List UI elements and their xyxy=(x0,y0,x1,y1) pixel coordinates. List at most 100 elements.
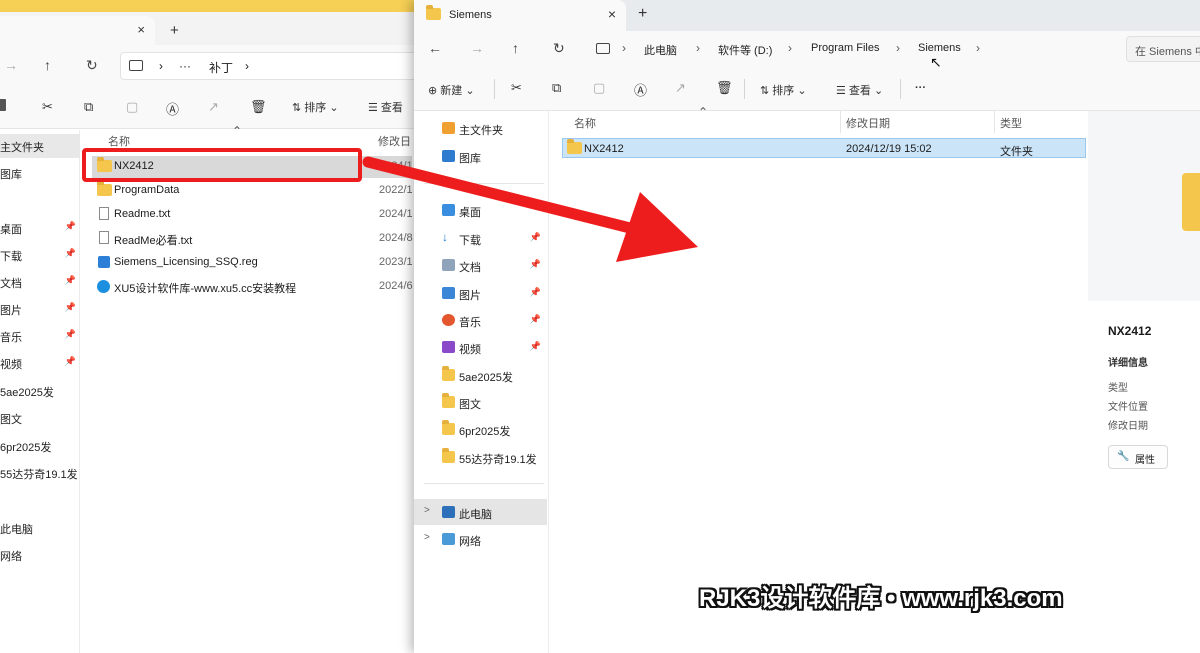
new-tab-button[interactable]: + xyxy=(170,22,179,39)
refresh-icon[interactable]: ↻ xyxy=(553,40,565,57)
expand-chevron-icon[interactable]: > xyxy=(424,505,430,516)
sidebar-item-folder[interactable]: 55达芬奇19.1发 xyxy=(0,461,80,485)
more-options-button[interactable]: ··· xyxy=(915,82,926,94)
column-header-modified[interactable]: 修改日期 xyxy=(846,115,890,131)
crumb-program-files[interactable]: Program Files xyxy=(811,42,879,54)
copy-icon[interactable]: ⧉ xyxy=(552,80,561,96)
delete-icon[interactable]: 🗑 xyxy=(716,80,733,96)
sidebar-item-this-pc[interactable]: 此电脑 xyxy=(0,516,80,540)
new-tab-button[interactable]: + xyxy=(638,5,647,23)
share-icon[interactable]: ↗ xyxy=(208,99,219,115)
file-row[interactable]: Siemens_Licensing_SSQ.reg 2023/1 xyxy=(92,252,413,274)
paste-icon[interactable]: ▢ xyxy=(126,99,138,115)
cut-icon[interactable]: ✂ xyxy=(511,80,522,96)
sidebar-item-folder[interactable]: 6pr2025发 xyxy=(414,416,547,442)
sidebar-item-documents[interactable]: 文档 📌 xyxy=(0,270,80,294)
column-header-type[interactable]: 类型 xyxy=(1000,115,1022,131)
sidebar-item-this-pc[interactable]: > 此电脑 xyxy=(414,499,547,525)
copy-icon[interactable]: ⧉ xyxy=(84,99,93,115)
sidebar-item-folder[interactable]: 图文 xyxy=(414,389,547,415)
sidebar-divider xyxy=(424,483,544,484)
sidebar-item-folder[interactable]: 图文 xyxy=(0,406,80,430)
pin-icon: 📌 xyxy=(64,356,76,366)
pin-icon: 📌 xyxy=(529,314,541,324)
view-button[interactable]: ☰ 查看 xyxy=(368,99,403,115)
sidebar-item-label: 文档 xyxy=(459,262,481,274)
sort-button[interactable]: ⇅ 排序 ⌄ xyxy=(292,99,339,115)
sidebar-item-network[interactable]: > 网络 xyxy=(414,526,547,552)
sidebar-item-gallery[interactable]: 图库 xyxy=(0,161,80,185)
sidebar-item-network[interactable]: 网络 xyxy=(0,543,80,567)
sidebar-item-videos[interactable]: 视频 📌 xyxy=(0,351,80,375)
right-address-bar[interactable]: › 此电脑 › 软件等 (D:) › Program Files › Sieme… xyxy=(586,36,1116,62)
sidebar-item-folder[interactable]: 6pr2025发 xyxy=(0,434,80,458)
left-tab[interactable]: × xyxy=(0,16,155,45)
sidebar-item-folder[interactable]: 5ae2025发 xyxy=(0,379,80,403)
sidebar-item-home[interactable]: 主文件夹 xyxy=(0,134,80,158)
refresh-icon[interactable]: ↻ xyxy=(86,57,98,74)
sidebar-item-documents[interactable]: 文档 📌 xyxy=(414,252,547,278)
crumb-drive[interactable]: 软件等 (D:) xyxy=(718,42,772,58)
crumb-patch[interactable]: 补丁 xyxy=(209,59,233,76)
more-crumbs-button[interactable]: ··· xyxy=(179,59,191,73)
folder-icon xyxy=(442,393,455,408)
crumb-siemens[interactable]: Siemens xyxy=(918,42,961,54)
rename-icon[interactable]: Ⓐ xyxy=(166,99,179,118)
file-name: NX2412 xyxy=(584,143,624,155)
column-divider[interactable] xyxy=(994,111,995,133)
crumb-sep-icon: › xyxy=(976,41,980,55)
sidebar-item-pictures[interactable]: 图片 📌 xyxy=(0,297,80,321)
share-icon[interactable]: ↗ xyxy=(675,80,686,96)
new-icon[interactable] xyxy=(0,99,6,111)
file-row[interactable]: ReadMe必看.txt 2024/8 xyxy=(92,228,413,250)
new-button[interactable]: ⊕ 新建 ⌄ xyxy=(428,82,475,98)
file-row[interactable]: Readme.txt 2024/1 xyxy=(92,204,413,226)
sidebar-item-gallery[interactable]: 图库 xyxy=(414,143,547,169)
folder-icon xyxy=(442,420,455,435)
sort-button[interactable]: ⇅ 排序 ⌄ xyxy=(760,82,807,98)
file-row[interactable]: ProgramData 2022/1 xyxy=(92,180,413,202)
sidebar-item-label: 55达芬奇19.1发 xyxy=(459,454,537,466)
folder-icon xyxy=(97,181,112,196)
up-icon[interactable]: ↑ xyxy=(512,40,519,56)
delete-icon[interactable]: 🗑 xyxy=(250,99,267,115)
sidebar-item-label: 视频 xyxy=(0,359,22,371)
cut-icon[interactable]: ✂ xyxy=(42,99,53,115)
forward-icon[interactable]: → xyxy=(470,40,484,56)
back-icon[interactable]: ← xyxy=(428,40,442,56)
sidebar-item-downloads[interactable]: ↓ 下载 📌 xyxy=(414,225,547,251)
sidebar-item-music[interactable]: 音乐 📌 xyxy=(0,324,80,348)
sidebar-item-music[interactable]: 音乐 📌 xyxy=(414,307,547,333)
right-nav-bar: ← → ↑ ↻ › 此电脑 › 软件等 (D:) › Program Files… xyxy=(414,31,1200,67)
properties-button[interactable]: 🔧 属性 xyxy=(1108,445,1168,469)
left-sidebar: 主文件夹 图库 桌面 📌 下载 📌 文档 📌 图片 📌 音乐 📌 视频 📌 5ae2025发… xyxy=(0,130,80,653)
tab-siemens[interactable]: Siemens × xyxy=(414,0,626,31)
sidebar-item-home[interactable]: 主文件夹 xyxy=(414,115,547,141)
sidebar-item-downloads[interactable]: 下载 📌 xyxy=(0,243,80,267)
crumb-this-pc[interactable]: 此电脑 xyxy=(644,42,677,58)
sidebar-item-desktop[interactable]: 桌面 📌 xyxy=(0,216,80,240)
file-row[interactable]: NX2412 2024/12/19 15:02 文件夹 xyxy=(562,138,1086,158)
close-tab-icon[interactable]: × xyxy=(137,22,145,37)
forward-icon[interactable]: → xyxy=(4,57,18,73)
sidebar-item-folder[interactable]: 55达芬奇19.1发 xyxy=(414,444,547,470)
column-header-name[interactable]: 名称 xyxy=(574,115,596,131)
view-button[interactable]: ☰ 查看 ⌄ xyxy=(836,82,883,98)
sidebar-item-desktop[interactable]: 桌面 xyxy=(414,197,547,223)
toolbar-divider xyxy=(900,79,901,99)
left-address-bar[interactable]: › ··· 补丁 › xyxy=(120,52,420,80)
sidebar-item-videos[interactable]: 视频 📌 xyxy=(414,334,547,360)
up-icon[interactable]: ↑ xyxy=(44,57,51,73)
rename-icon[interactable]: Ⓐ xyxy=(634,80,647,99)
search-input[interactable]: 在 Siemens 中 xyxy=(1126,36,1200,62)
sidebar-item-folder[interactable]: 5ae2025发 xyxy=(414,362,547,388)
sidebar-item-label: 桌面 xyxy=(459,207,481,219)
sidebar-item-pictures[interactable]: 图片 📌 xyxy=(414,280,547,306)
column-header-modified[interactable]: 修改日 xyxy=(378,133,411,149)
column-divider[interactable] xyxy=(840,111,841,133)
close-tab-icon[interactable]: × xyxy=(608,6,616,22)
column-header-name[interactable]: 名称 xyxy=(108,133,130,149)
paste-icon[interactable]: ▢ xyxy=(593,80,605,96)
expand-chevron-icon[interactable]: > xyxy=(424,532,430,543)
file-row[interactable]: XU5设计软件库-www.xu5.cc安装教程 2024/6 xyxy=(92,276,413,298)
